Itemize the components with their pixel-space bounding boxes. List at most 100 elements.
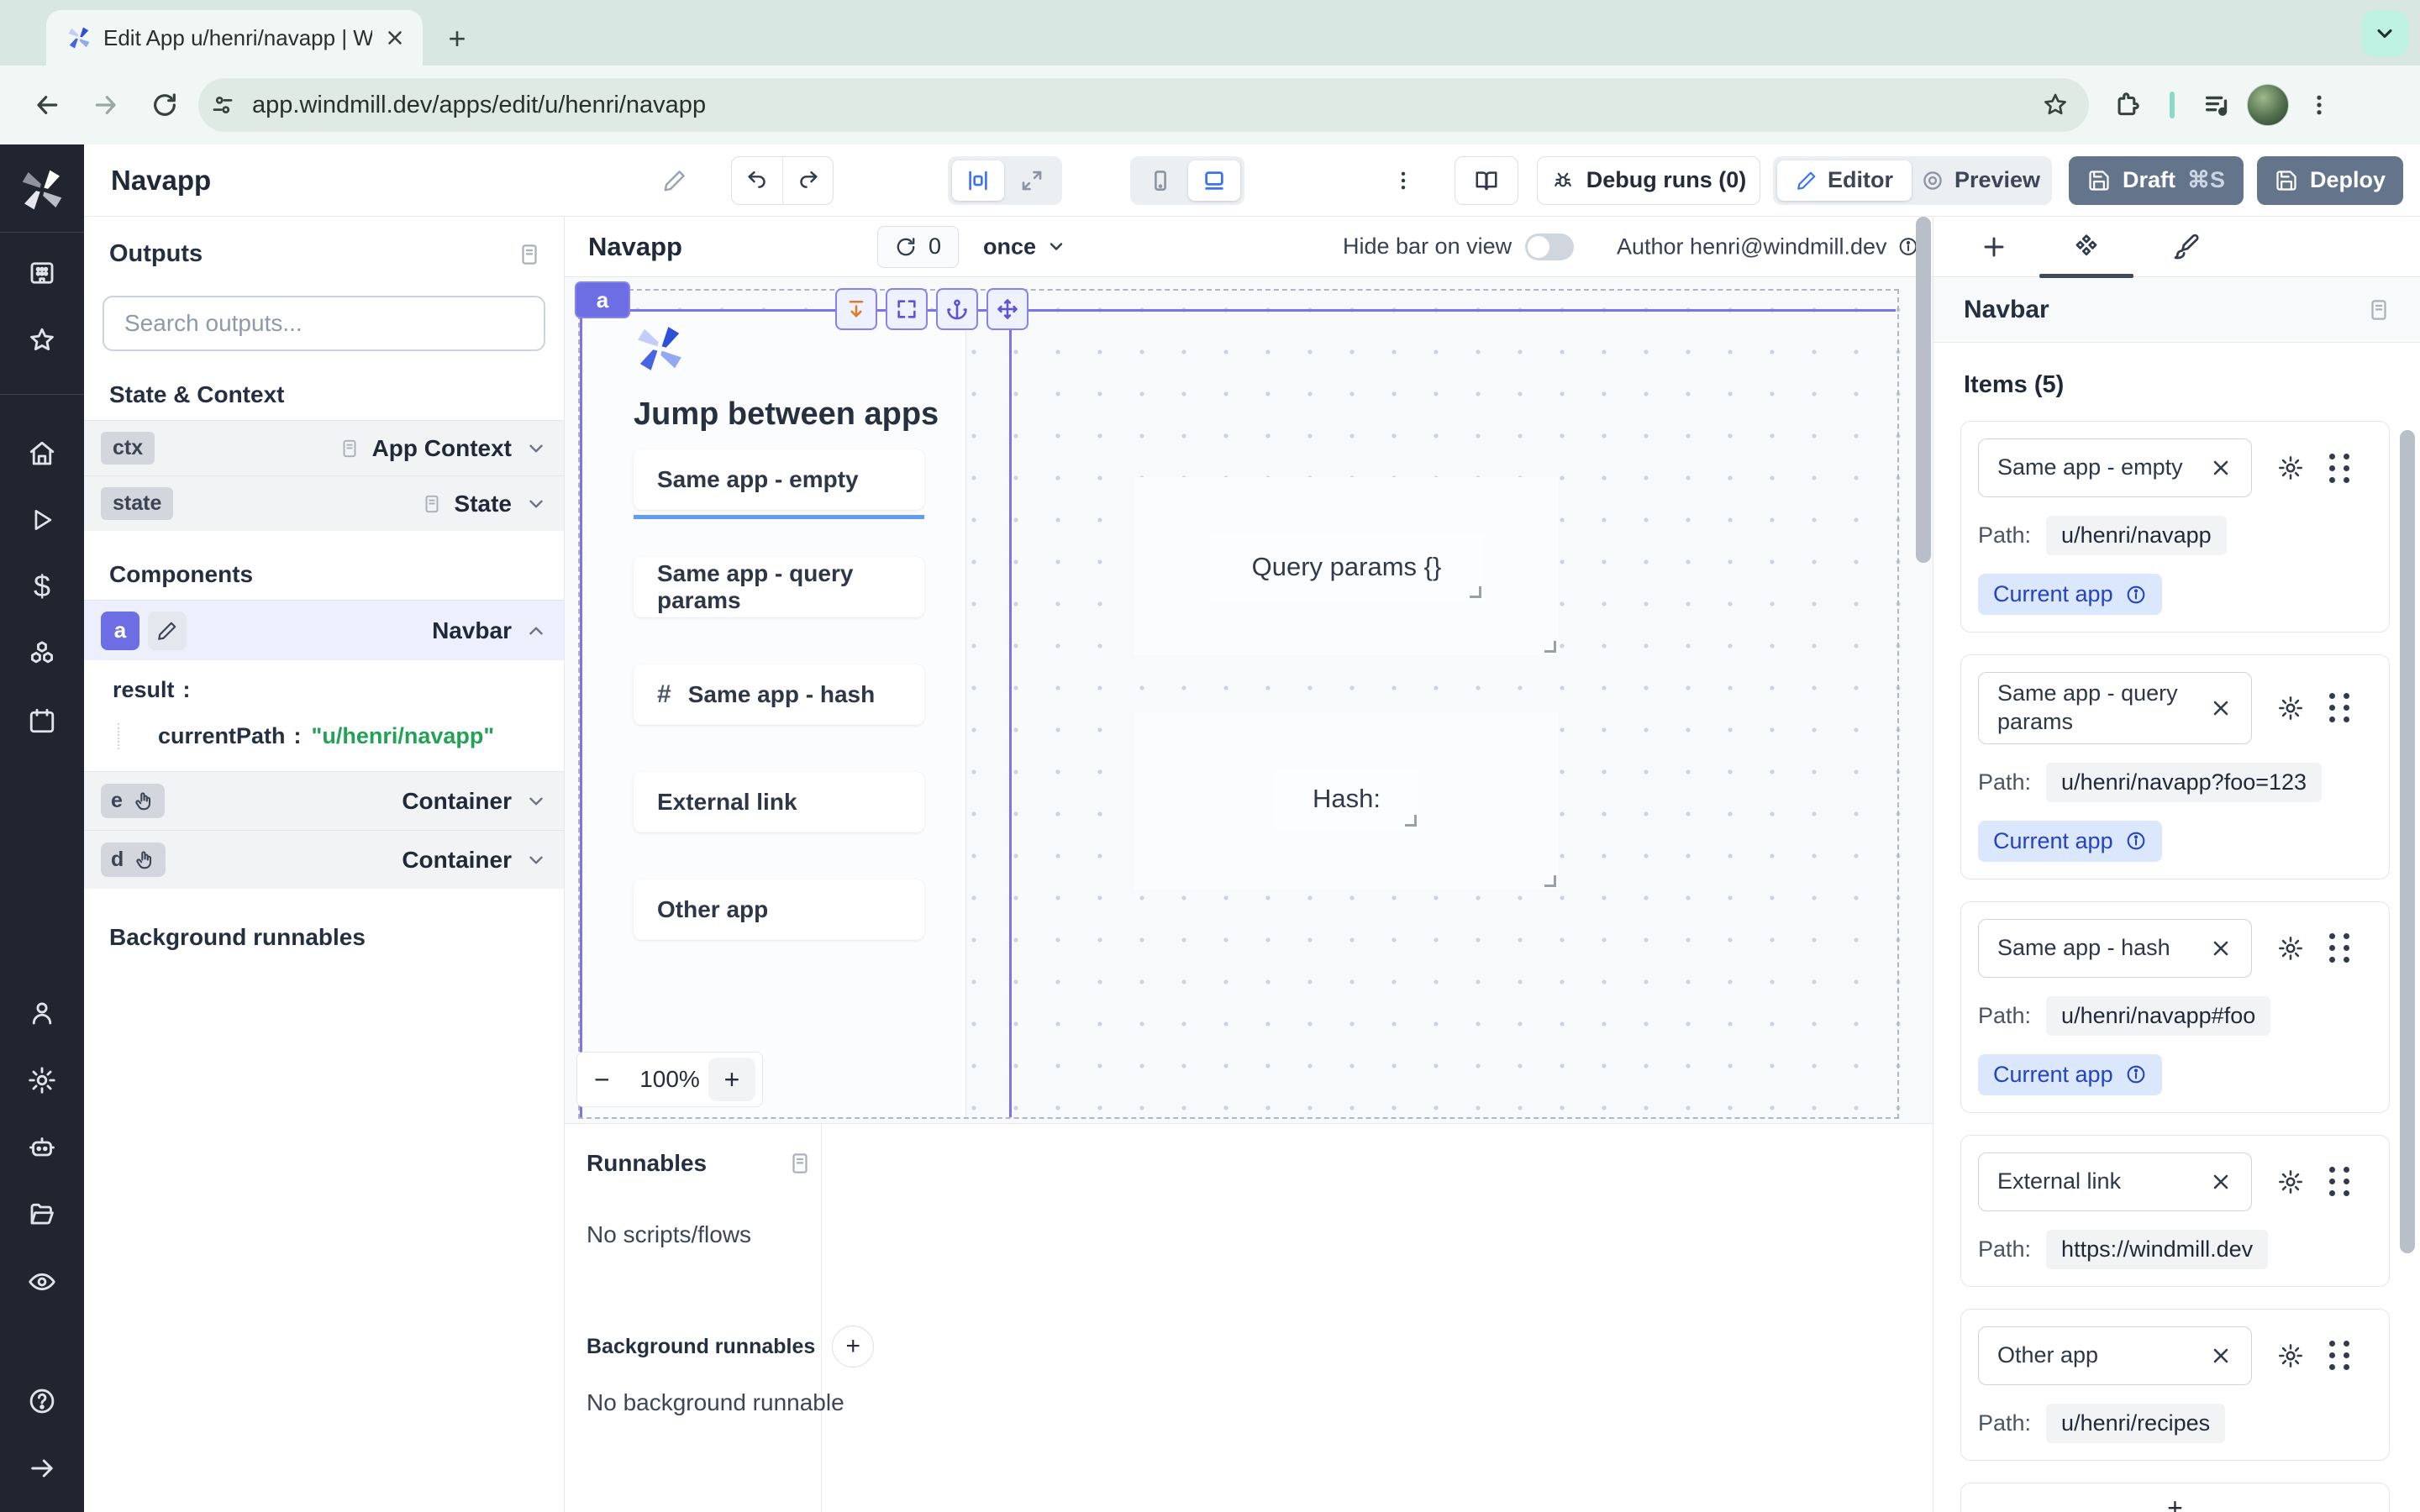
sidebar-item-workspace[interactable] — [27, 258, 57, 288]
desktop-view-button[interactable] — [1188, 160, 1240, 201]
info-icon[interactable] — [2125, 830, 2147, 852]
run-mode-dropdown[interactable]: once — [983, 234, 1066, 260]
search-outputs-input[interactable] — [103, 296, 545, 351]
item-settings-button[interactable] — [2277, 695, 2304, 722]
sidebar-item-home[interactable] — [27, 438, 57, 469]
refresh-button[interactable]: 0 — [877, 226, 959, 268]
save-draft-button[interactable]: Draft ⌘S — [2069, 156, 2244, 205]
browser-tab[interactable]: Edit App u/henri/navapp | Win — [46, 10, 423, 66]
sidebar-item-settings[interactable] — [27, 1065, 57, 1095]
item-label-field[interactable]: External link — [1978, 1152, 2252, 1211]
query-params-text[interactable]: Query params {} — [1210, 533, 1484, 601]
doc-panel-icon[interactable] — [517, 240, 542, 269]
sidebar-item-schedules[interactable] — [27, 706, 57, 736]
sidebar-item-ai[interactable] — [27, 1132, 57, 1163]
tab-close-icon[interactable] — [384, 27, 406, 49]
ctx-row[interactable]: ctx App Context — [84, 420, 564, 475]
app-canvas[interactable]: Jump between apps Same app - empty Same … — [565, 277, 1933, 1123]
item-label-field[interactable]: Other app — [1978, 1326, 2252, 1385]
zoom-in-button[interactable]: + — [708, 1058, 755, 1101]
item-drag-handle[interactable] — [2329, 1167, 2352, 1196]
settings-scrollbar[interactable] — [2400, 430, 2415, 1253]
doc-panel-icon[interactable] — [2366, 296, 2391, 324]
sidebar-collapse-button[interactable] — [27, 1453, 57, 1483]
item-settings-button[interactable] — [2277, 1168, 2304, 1195]
item-label-field[interactable]: Same app - query params — [1978, 672, 2252, 744]
add-item-button[interactable]: + — [1960, 1483, 2390, 1512]
item-settings-button[interactable] — [2277, 454, 2304, 481]
anchor-handle[interactable] — [936, 288, 978, 330]
container-hash[interactable]: Hash: — [1134, 712, 1559, 890]
navbar-component[interactable]: Jump between apps Same app - empty Same … — [581, 311, 966, 1117]
back-button[interactable] — [24, 81, 71, 129]
clear-icon[interactable] — [2209, 937, 2233, 960]
new-tab-button[interactable]: + — [437, 18, 477, 59]
chevron-down-icon[interactable] — [525, 790, 547, 812]
nav-item-same-app-empty[interactable]: Same app - empty — [634, 449, 924, 510]
expand-down-handle[interactable] — [835, 288, 877, 330]
rename-app-button[interactable] — [662, 168, 687, 193]
clear-icon[interactable] — [2209, 696, 2233, 720]
item-settings-button[interactable] — [2277, 935, 2304, 962]
reload-button[interactable] — [141, 81, 188, 129]
nav-item-other-app[interactable]: Other app — [634, 879, 924, 940]
preview-tab[interactable]: Preview — [1913, 160, 2048, 201]
editor-tab[interactable]: Editor — [1777, 160, 1912, 201]
full-width-layout-button[interactable] — [1006, 160, 1058, 201]
info-icon[interactable] — [2125, 1063, 2147, 1085]
item-label-field[interactable]: Same app - empty — [1978, 438, 2252, 497]
hash-text[interactable]: Hash: — [1275, 769, 1419, 829]
nav-item-hash[interactable]: #Same app - hash — [634, 664, 924, 725]
sidebar-item-audit[interactable] — [27, 1267, 57, 1297]
sidebar-item-folders[interactable] — [27, 1200, 57, 1230]
hide-bar-toggle[interactable] — [1525, 234, 1574, 260]
zoom-out-button[interactable]: − — [594, 1064, 631, 1095]
nav-item-external-link[interactable]: External link — [634, 772, 924, 832]
item-settings-button[interactable] — [2277, 1342, 2304, 1369]
docs-button[interactable] — [1455, 156, 1518, 205]
sidebar-item-billing[interactable]: $ — [34, 571, 50, 601]
tab-component-settings[interactable] — [2060, 225, 2113, 269]
clear-icon[interactable] — [2209, 1344, 2233, 1368]
component-edit-id-button[interactable] — [148, 612, 187, 650]
sidebar-item-runs[interactable] — [28, 506, 56, 534]
forward-button[interactable] — [82, 81, 129, 129]
component-row-navbar[interactable]: a Navbar — [84, 600, 564, 660]
site-settings-icon[interactable] — [210, 92, 235, 118]
chevron-up-icon[interactable] — [525, 620, 547, 642]
item-drag-handle[interactable] — [2329, 693, 2352, 722]
tab-styling[interactable] — [2159, 225, 2212, 269]
item-drag-handle[interactable] — [2329, 1341, 2352, 1370]
centered-layout-button[interactable] — [952, 160, 1004, 201]
clear-icon[interactable] — [2209, 1170, 2233, 1194]
profile-avatar[interactable] — [2247, 84, 2289, 126]
url-bar[interactable]: app.windmill.dev/apps/edit/u/henri/navap… — [198, 78, 2089, 132]
chevron-down-icon[interactable] — [525, 438, 547, 459]
windmill-logo[interactable] — [18, 166, 66, 213]
media-controls-button[interactable] — [2193, 81, 2240, 129]
item-drag-handle[interactable] — [2329, 454, 2352, 483]
redo-button[interactable] — [782, 157, 833, 204]
canvas-scrollbar[interactable] — [1916, 217, 1931, 563]
info-icon[interactable] — [2125, 584, 2147, 606]
chevron-down-icon[interactable] — [525, 493, 547, 515]
sidebar-item-help[interactable] — [27, 1386, 57, 1416]
extensions-button[interactable] — [2104, 81, 2151, 129]
item-label-field[interactable]: Same app - hash — [1978, 919, 2252, 978]
browser-kebab-menu[interactable] — [2296, 81, 2343, 129]
more-options-button[interactable] — [1392, 169, 1415, 192]
deploy-button[interactable]: Deploy — [2257, 156, 2403, 205]
tab-insert-component[interactable] — [1967, 225, 2021, 269]
mobile-view-button[interactable] — [1134, 160, 1186, 201]
item-drag-handle[interactable] — [2329, 933, 2352, 963]
sidebar-item-favorites[interactable] — [27, 325, 57, 355]
clear-icon[interactable] — [2209, 456, 2233, 480]
sidebar-item-users[interactable] — [27, 998, 57, 1028]
nav-item-query-params[interactable]: Same app - query params — [634, 557, 924, 617]
browser-menu-chevron-button[interactable] — [2361, 10, 2408, 57]
expand-handle[interactable] — [886, 288, 928, 330]
container-query-params[interactable]: Query params {} — [1134, 477, 1559, 655]
bookmark-star-icon[interactable] — [2042, 92, 2069, 118]
sidebar-item-resources[interactable] — [27, 638, 57, 669]
component-row-container-e[interactable]: e Container — [84, 771, 564, 830]
